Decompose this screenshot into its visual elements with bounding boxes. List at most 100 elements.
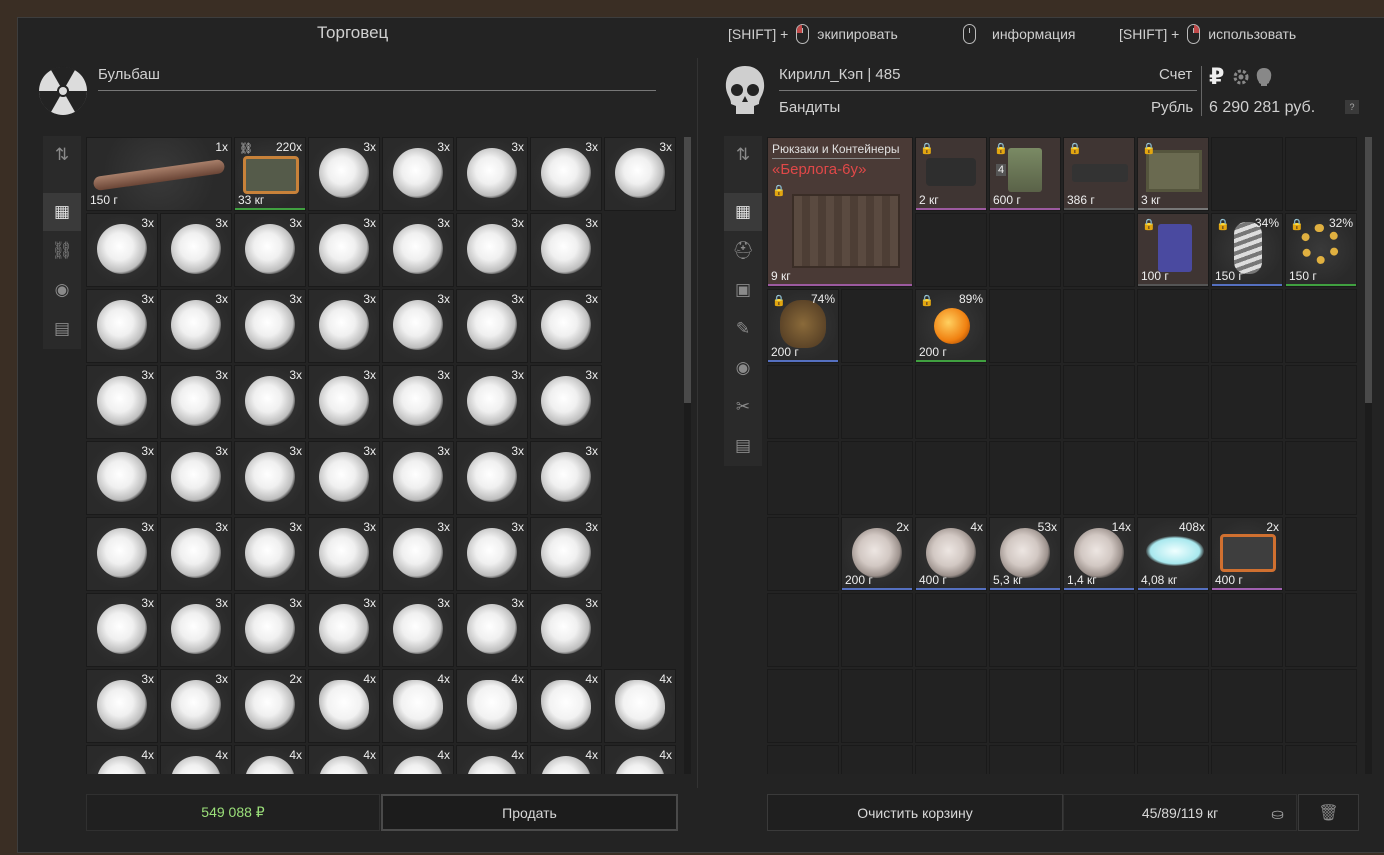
inventory-slot[interactable] xyxy=(989,745,1061,774)
inventory-slot[interactable]: 3x xyxy=(86,289,158,363)
trash-button[interactable]: 🗑 xyxy=(1298,794,1359,831)
inventory-slot[interactable]: 4x xyxy=(86,745,158,774)
inventory-slot[interactable]: 3x xyxy=(86,593,158,667)
inventory-slot[interactable]: 🔒 34% 150 г xyxy=(1211,213,1283,287)
inventory-slot[interactable]: 3x xyxy=(160,213,232,287)
inventory-slot[interactable] xyxy=(1063,441,1135,515)
inventory-slot[interactable] xyxy=(1211,137,1283,211)
inventory-slot[interactable]: 3x xyxy=(86,365,158,439)
inventory-slot[interactable] xyxy=(1063,593,1135,667)
inventory-slot[interactable]: 14x 1,4 кг xyxy=(1063,517,1135,591)
inventory-slot[interactable]: 4x xyxy=(308,745,380,774)
inventory-slot[interactable]: 3x xyxy=(308,137,380,211)
archive-icon[interactable]: ▤ xyxy=(724,427,762,465)
inventory-slot[interactable]: 3x xyxy=(382,289,454,363)
inventory-slot[interactable]: 3x xyxy=(86,441,158,515)
inventory-slot[interactable]: 4x xyxy=(382,745,454,774)
inventory-slot[interactable]: 53x 5,3 кг xyxy=(989,517,1061,591)
inventory-slot[interactable]: 3x xyxy=(86,213,158,287)
inventory-slot[interactable] xyxy=(841,441,913,515)
inventory-slot[interactable]: 3x xyxy=(234,365,306,439)
sell-button[interactable]: Продать xyxy=(381,794,678,831)
inventory-slot[interactable] xyxy=(989,441,1061,515)
inventory-slot[interactable] xyxy=(1137,289,1209,363)
inventory-slot[interactable] xyxy=(1137,441,1209,515)
inventory-slot[interactable] xyxy=(1211,593,1283,667)
inventory-slot[interactable]: 3x xyxy=(308,441,380,515)
inventory-slot[interactable]: 1x 150 г xyxy=(86,137,232,211)
gear-currency-icon[interactable] xyxy=(1231,67,1251,87)
inventory-slot[interactable]: 🔒 4 600 г xyxy=(989,137,1061,211)
helmet-filter-icon[interactable]: ⛑ xyxy=(724,232,762,270)
inventory-slot[interactable]: ⛓ 220x 33 кг xyxy=(234,137,306,211)
inventory-slot[interactable] xyxy=(1063,213,1135,287)
inventory-slot[interactable] xyxy=(841,289,913,363)
inventory-slot[interactable]: 3x xyxy=(382,137,454,211)
inventory-slot[interactable] xyxy=(1211,365,1283,439)
inventory-slot[interactable]: 3x xyxy=(308,593,380,667)
inventory-slot[interactable]: 🔒 89% 200 г xyxy=(915,289,987,363)
inventory-slot[interactable] xyxy=(989,213,1061,287)
inventory-slot[interactable]: 4x xyxy=(530,745,602,774)
inventory-slot[interactable]: 3x xyxy=(234,213,306,287)
inventory-slot[interactable] xyxy=(1063,289,1135,363)
inventory-slot[interactable]: 3x xyxy=(160,517,232,591)
inventory-slot[interactable]: 🔒 386 г xyxy=(1063,137,1135,211)
inventory-slot[interactable]: 3x xyxy=(308,365,380,439)
grid-view-icon[interactable]: ▦ xyxy=(43,193,81,231)
inventory-slot[interactable]: 3x xyxy=(234,517,306,591)
inventory-slot[interactable] xyxy=(767,593,839,667)
inventory-slot[interactable] xyxy=(841,745,913,774)
inventory-slot[interactable] xyxy=(767,745,839,774)
tools-filter-icon[interactable]: ✂ xyxy=(724,388,762,426)
inventory-slot[interactable]: 2x 400 г xyxy=(1211,517,1283,591)
inventory-slot[interactable]: 3x xyxy=(86,669,158,743)
clear-cart-button[interactable]: Очистить корзину xyxy=(767,794,1063,831)
inventory-slot[interactable]: 2x 200 г xyxy=(841,517,913,591)
skull-currency-icon[interactable] xyxy=(1255,67,1273,87)
inventory-slot[interactable]: 3x xyxy=(160,365,232,439)
inventory-slot[interactable]: 3x xyxy=(234,289,306,363)
inventory-slot[interactable] xyxy=(1063,745,1135,774)
artifact-filter-icon[interactable]: ◉ xyxy=(43,271,81,309)
inventory-slot[interactable] xyxy=(1137,669,1209,743)
inventory-slot[interactable]: 🔒 32% 150 г xyxy=(1285,213,1357,287)
inventory-slot[interactable]: 408x 4,08 кг xyxy=(1137,517,1209,591)
inventory-slot[interactable]: 3x xyxy=(530,517,602,591)
inventory-slot[interactable]: 3x xyxy=(530,365,602,439)
inventory-slot[interactable]: 3x xyxy=(160,289,232,363)
inventory-slot[interactable]: 3x xyxy=(530,213,602,287)
inventory-slot[interactable] xyxy=(1211,669,1283,743)
inventory-slot[interactable] xyxy=(989,365,1061,439)
inventory-slot[interactable] xyxy=(1285,441,1357,515)
inventory-slot[interactable] xyxy=(1211,441,1283,515)
inventory-slot[interactable]: 3x xyxy=(456,593,528,667)
inventory-slot[interactable]: 4x xyxy=(308,669,380,743)
inventory-slot[interactable]: 3x xyxy=(530,289,602,363)
inventory-slot[interactable] xyxy=(915,213,987,287)
inventory-slot[interactable]: 3x xyxy=(456,137,528,211)
inventory-slot[interactable] xyxy=(1285,137,1357,211)
inventory-slot[interactable] xyxy=(915,365,987,439)
inventory-slot[interactable]: 3x xyxy=(382,441,454,515)
inventory-slot[interactable]: 3x xyxy=(234,441,306,515)
inventory-slot[interactable] xyxy=(1285,289,1357,363)
player-scrollbar[interactable] xyxy=(1365,137,1372,774)
inventory-slot[interactable]: 3x xyxy=(604,137,676,211)
inventory-slot[interactable] xyxy=(841,593,913,667)
inventory-slot[interactable] xyxy=(841,669,913,743)
archive-icon[interactable]: ▤ xyxy=(43,310,81,348)
help-icon[interactable]: ? xyxy=(1345,100,1359,114)
inventory-slot[interactable] xyxy=(767,517,839,591)
inventory-slot[interactable]: 4x xyxy=(160,745,232,774)
inventory-slot[interactable]: 3x xyxy=(308,213,380,287)
inventory-slot[interactable]: 4x xyxy=(456,745,528,774)
inventory-slot[interactable] xyxy=(1285,593,1357,667)
inventory-slot[interactable]: 4x xyxy=(604,745,676,774)
inventory-slot[interactable] xyxy=(1137,365,1209,439)
inventory-slot[interactable]: 3x xyxy=(456,213,528,287)
inventory-slot[interactable]: 🔒 74% 200 г xyxy=(767,289,839,363)
container-slot[interactable]: Рюкзаки и Контейнеры «Берлога-6у» 🔒 9 кг xyxy=(767,137,913,287)
inventory-slot[interactable]: 3x xyxy=(382,593,454,667)
inventory-slot[interactable] xyxy=(1063,669,1135,743)
